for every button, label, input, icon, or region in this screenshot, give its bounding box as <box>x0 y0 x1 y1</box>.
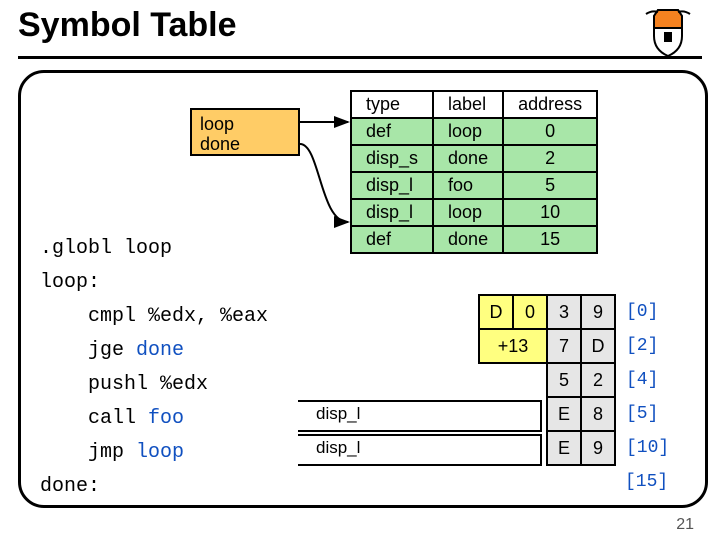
code-sym: loop <box>136 441 184 464</box>
byte: 8 <box>581 397 615 431</box>
st-addr: 10 <box>503 199 597 226</box>
slide-title: Symbol Table <box>18 6 237 45</box>
st-label: foo <box>433 172 503 199</box>
code-line: .globl loop <box>40 237 172 260</box>
byte-addr: [4] <box>615 363 670 397</box>
byte: +13 <box>479 329 547 363</box>
code-line: call <box>40 407 148 430</box>
st-label: done <box>433 145 503 172</box>
st-addr: 2 <box>503 145 597 172</box>
byte: E <box>547 397 581 431</box>
byte: 2 <box>581 363 615 397</box>
code-sym: done <box>136 339 184 362</box>
code-line: done: <box>40 475 100 498</box>
byte: 5 <box>547 363 581 397</box>
st-label: loop <box>433 118 503 145</box>
st-addr: 15 <box>503 226 597 253</box>
byte-addr: [5] <box>615 397 670 431</box>
symtab-hd-address: address <box>503 91 597 118</box>
byte-addr: [2] <box>615 329 670 363</box>
code-block: .globl loop loop: cmpl %edx, %eax jge do… <box>40 232 268 504</box>
code-line: jmp <box>40 441 136 464</box>
byte: D <box>581 329 615 363</box>
bytes-table: D 0 3 9 [0] +13 7 D [2] 5 2 [4] E 8 [5] … <box>478 294 671 498</box>
st-type: def <box>351 118 433 145</box>
byte-addr: [10] <box>615 431 670 465</box>
code-line: jge <box>40 339 136 362</box>
st-type: disp_l <box>351 199 433 226</box>
byte: E <box>547 431 581 465</box>
symbol-table: type label address defloop0 disp_sdone2 … <box>350 90 598 254</box>
page-number: 21 <box>676 516 694 534</box>
code-line: cmpl %edx, %eax <box>40 305 268 328</box>
byte-addr: [0] <box>615 295 670 329</box>
st-addr: 5 <box>503 172 597 199</box>
symtab-hd-type: type <box>351 91 433 118</box>
st-type: def <box>351 226 433 253</box>
byte-addr: [15] <box>615 465 670 498</box>
symbol-box-line1: loop <box>200 114 290 134</box>
code-sym: foo <box>148 407 184 430</box>
code-line: pushl %edx <box>40 373 208 396</box>
st-addr: 0 <box>503 118 597 145</box>
st-label: done <box>433 226 503 253</box>
st-type: disp_l <box>351 172 433 199</box>
byte: D <box>479 295 513 329</box>
st-label: loop <box>433 199 503 226</box>
byte: 9 <box>581 431 615 465</box>
byte: 0 <box>513 295 547 329</box>
slide: Symbol Table loop done type label addres… <box>0 0 720 540</box>
byte: 7 <box>547 329 581 363</box>
byte: 3 <box>547 295 581 329</box>
st-type: disp_s <box>351 145 433 172</box>
symbol-box: loop done <box>190 108 300 156</box>
crest-icon <box>638 6 698 60</box>
title-underline <box>18 56 702 59</box>
byte: 9 <box>581 295 615 329</box>
symtab-hd-label: label <box>433 91 503 118</box>
code-line: loop: <box>40 271 100 294</box>
symbol-box-line2: done <box>200 134 290 154</box>
